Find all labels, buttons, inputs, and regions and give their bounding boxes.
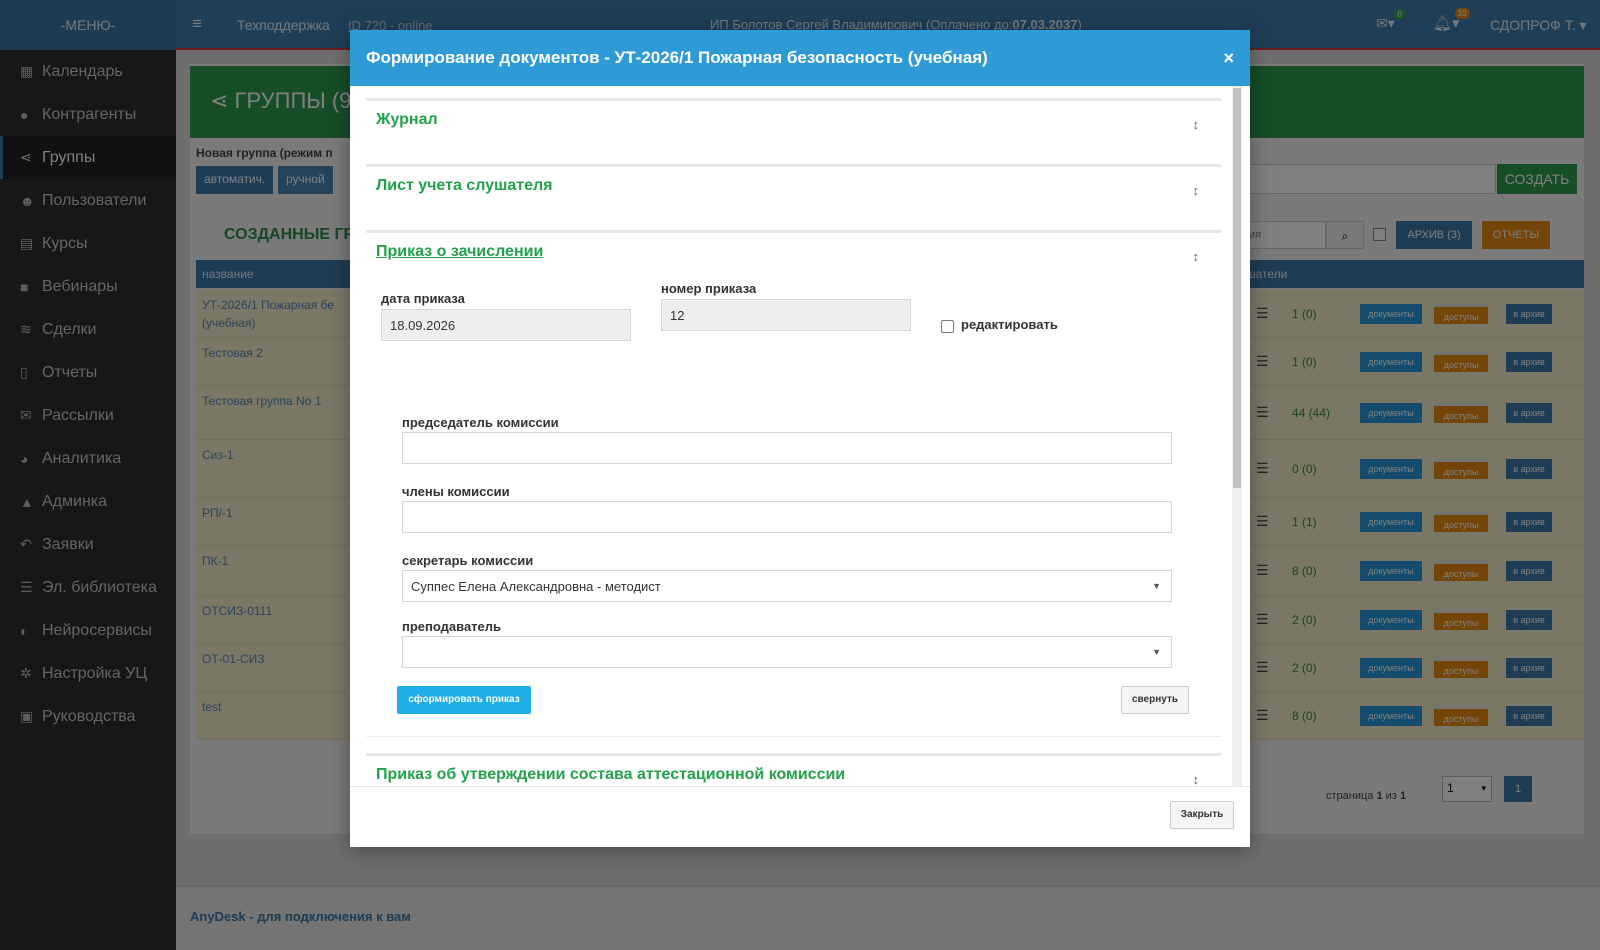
secretary-label: секретарь комиссии xyxy=(402,553,534,568)
chairman-label: председатель комиссии xyxy=(402,415,559,430)
teacher-select[interactable]: ▼ xyxy=(402,636,1172,668)
order-date-label: дата приказа xyxy=(381,291,465,306)
secretary-select[interactable]: Суппес Елена Александровна - методист ▼ xyxy=(402,570,1172,602)
enrollment-order-form: дата приказа 18.09.2026 номер приказа 12… xyxy=(366,279,1221,737)
expand-arrows-icon[interactable]: ↕ xyxy=(1193,117,1200,132)
modal-header: Формирование документов - УТ-2026/1 Пожа… xyxy=(350,30,1250,86)
accordion-enrollment-order[interactable]: Приказ о зачислении ↕ xyxy=(366,230,1221,279)
members-input[interactable] xyxy=(402,501,1172,533)
scrollbar-thumb[interactable] xyxy=(1233,88,1241,488)
generate-order-button[interactable]: сформировать приказ xyxy=(397,686,531,714)
modal-footer: Закрыть xyxy=(350,786,1250,847)
close-button[interactable]: Закрыть xyxy=(1170,801,1234,829)
members-label: члены комиссии xyxy=(402,484,510,499)
documents-modal: Формирование документов - УТ-2026/1 Пожа… xyxy=(350,30,1250,847)
edit-label: редактировать xyxy=(961,317,1058,332)
chevron-down-icon: ▼ xyxy=(1152,581,1161,591)
close-icon[interactable]: × xyxy=(1223,48,1234,69)
section-title-commission-order[interactable]: Приказ об утверждении состава аттестацио… xyxy=(376,766,845,784)
chairman-input[interactable] xyxy=(402,432,1172,464)
expand-arrows-icon[interactable]: ↕ xyxy=(1193,772,1200,786)
section-title-listener-sheet[interactable]: Лист учета слушателя xyxy=(376,177,553,195)
accordion-journal[interactable]: Журнал ↕ xyxy=(366,98,1221,147)
modal-scrollbar[interactable] xyxy=(1232,86,1242,786)
edit-checkbox[interactable] xyxy=(941,320,954,333)
order-number-label: номер приказа xyxy=(661,281,757,296)
order-date-field[interactable]: 18.09.2026 xyxy=(381,309,631,341)
accordion-commission-order[interactable]: Приказ об утверждении состава аттестацио… xyxy=(366,753,1221,786)
section-title-enrollment-order[interactable]: Приказ о зачислении xyxy=(376,243,543,261)
modal-body: Журнал ↕ Лист учета слушателя ↕ Приказ о… xyxy=(350,86,1250,786)
secretary-value: Суппес Елена Александровна - методист xyxy=(411,579,661,594)
collapse-button[interactable]: свернуть xyxy=(1121,686,1189,714)
modal-title: Формирование документов - УТ-2026/1 Пожа… xyxy=(366,48,988,67)
chevron-down-icon: ▼ xyxy=(1152,647,1161,657)
section-title-journal[interactable]: Журнал xyxy=(376,111,438,129)
accordion-listener-sheet[interactable]: Лист учета слушателя ↕ xyxy=(366,164,1221,213)
teacher-label: преподаватель xyxy=(402,619,502,634)
order-number-field[interactable]: 12 xyxy=(661,299,911,331)
expand-arrows-icon[interactable]: ↕ xyxy=(1193,183,1200,198)
expand-arrows-icon[interactable]: ↕ xyxy=(1193,249,1200,264)
